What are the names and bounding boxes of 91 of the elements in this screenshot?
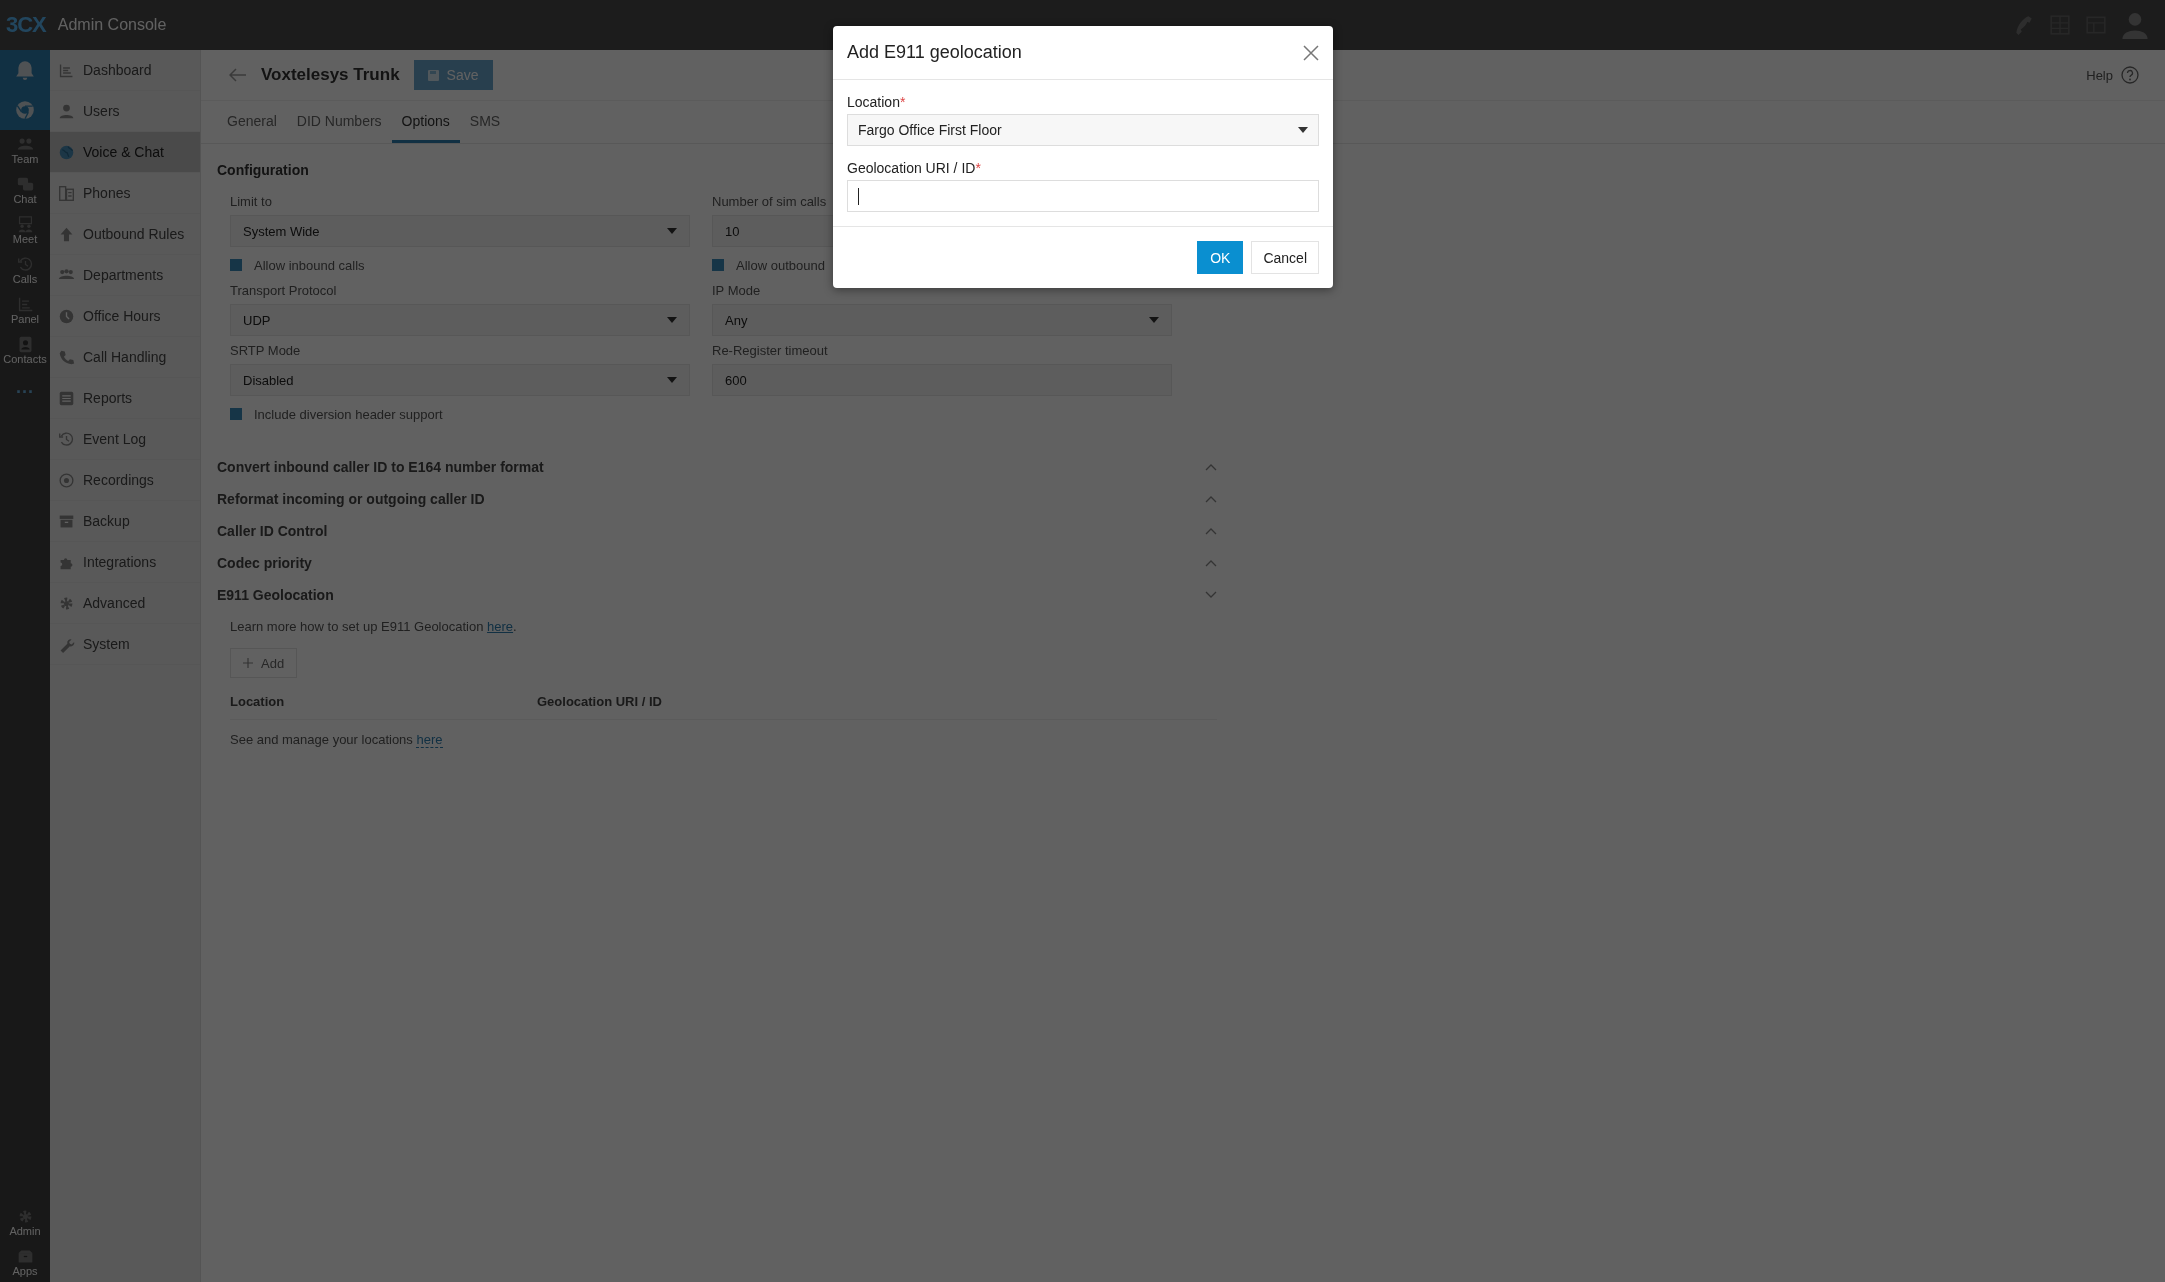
- footer-text: See and manage your locations here: [230, 732, 444, 747]
- browser-icon: [14, 99, 36, 121]
- sidebar-item[interactable]: Integrations: [50, 542, 200, 583]
- rail-item[interactable]: [0, 90, 50, 130]
- field-label: Location*: [847, 94, 907, 110]
- back-arrow-icon[interactable]: [229, 68, 247, 82]
- tab[interactable]: SMS: [459, 101, 511, 143]
- dropdown-caret-icon: [667, 228, 677, 234]
- sidebar-item[interactable]: Call Handling: [50, 337, 200, 378]
- plus-icon: [243, 658, 253, 668]
- sidebar-item[interactable]: Outbound Rules: [50, 214, 200, 255]
- bell-icon: [14, 59, 36, 81]
- accordion-header[interactable]: Caller ID Control: [217, 515, 1217, 547]
- phone-icon: [58, 348, 75, 366]
- phones-icon: [58, 184, 75, 202]
- locations-link[interactable]: here: [416, 732, 443, 748]
- help-link[interactable]: here: [487, 619, 514, 634]
- rail-item[interactable]: Meet: [0, 210, 50, 250]
- help-icon[interactable]: [2121, 66, 2139, 84]
- rail-item[interactable]: [0, 50, 50, 90]
- sidebar-item[interactable]: Recordings: [50, 460, 200, 501]
- user-avatar-icon[interactable]: [2121, 11, 2149, 39]
- field-label: SRTP Mode: [230, 343, 302, 358]
- checkbox[interactable]: [230, 408, 242, 420]
- list-icon: [58, 389, 75, 407]
- rail-item[interactable]: Panel: [0, 290, 50, 330]
- rail-item[interactable]: Contacts: [0, 330, 50, 370]
- select-field[interactable]: UDP: [230, 304, 690, 336]
- tab[interactable]: General: [217, 101, 287, 143]
- arrow-up-icon: [58, 225, 75, 243]
- accordion-header[interactable]: Reformat incoming or outgoing caller ID: [217, 483, 1217, 515]
- sidebar-item[interactable]: Departments: [50, 255, 200, 296]
- sidebar-item[interactable]: Event Log: [50, 419, 200, 460]
- input-field[interactable]: [847, 180, 1319, 212]
- field-label: Re-Register timeout: [712, 343, 829, 358]
- rail-item[interactable]: Team: [0, 130, 50, 170]
- checkbox[interactable]: [712, 259, 724, 271]
- rail-item[interactable]: Apps: [0, 1242, 50, 1282]
- user-icon: [58, 102, 75, 120]
- history-icon: [58, 430, 75, 448]
- tab[interactable]: Options: [391, 101, 460, 143]
- help-link[interactable]: Help: [2086, 67, 2113, 83]
- more-button[interactable]: ···: [16, 382, 34, 403]
- dropdown-caret-icon: [667, 317, 677, 323]
- field-label: Geolocation URI / ID*: [847, 160, 982, 176]
- sidebar-item[interactable]: Office Hours: [50, 296, 200, 337]
- sidebar-item[interactable]: Reports: [50, 378, 200, 419]
- info-text: Learn more how to set up E911 Geolocation here.: [230, 619, 518, 634]
- accordion-header[interactable]: Convert inbound caller ID to E164 number format: [217, 451, 1217, 483]
- dropdown-caret-icon: [1298, 127, 1308, 133]
- dropdown-caret-icon: [1149, 317, 1159, 323]
- sidebar-item[interactable]: Voice & Chat: [50, 132, 200, 173]
- select-field[interactable]: Any: [712, 304, 1172, 336]
- sidebar-item[interactable]: Dashboard: [50, 50, 200, 91]
- page-title: Voxtelesys Trunk: [261, 65, 400, 85]
- location-select[interactable]: Fargo Office First Floor: [847, 114, 1319, 146]
- column-header: Geolocation URI / ID: [537, 694, 662, 709]
- field-label: Number of sim calls: [712, 194, 828, 209]
- rail-item[interactable]: Chat: [0, 170, 50, 210]
- rail-item[interactable]: Admin: [0, 1202, 50, 1242]
- sidebar-item[interactable]: Phones: [50, 173, 200, 214]
- select-field[interactable]: System Wide: [230, 215, 690, 247]
- globe-icon: [58, 143, 75, 161]
- sidebar-item[interactable]: System: [50, 624, 200, 665]
- record-icon: [58, 471, 75, 489]
- logo: 3CX: [6, 12, 46, 38]
- ok-button[interactable]: OK: [1197, 241, 1244, 274]
- accordion-header[interactable]: E911 Geolocation: [217, 579, 1217, 611]
- field-label: IP Mode: [712, 283, 762, 298]
- app-title: Admin Console: [57, 16, 167, 34]
- add-button[interactable]: Add: [230, 648, 298, 678]
- checkbox[interactable]: [230, 259, 242, 271]
- dialog-title: Add E911 geolocation: [847, 42, 1022, 63]
- accordion-header[interactable]: Codec priority: [217, 547, 1217, 579]
- dropdown-caret-icon: [667, 377, 677, 383]
- rail-item[interactable]: Calls: [0, 250, 50, 290]
- close-icon[interactable]: [1303, 44, 1319, 61]
- sidebar-item[interactable]: Advanced: [50, 583, 200, 624]
- checkbox-label: Include diversion header support: [254, 406, 443, 422]
- clock-icon: [58, 307, 75, 325]
- checkbox-label: Allow outbound: [736, 257, 825, 273]
- tab[interactable]: DID Numbers: [286, 101, 392, 143]
- sidebar-item[interactable]: Backup: [50, 501, 200, 542]
- section-heading: Configuration: [217, 162, 309, 178]
- checkbox-label: Allow inbound calls: [254, 257, 365, 273]
- field-label: Limit to: [230, 194, 273, 209]
- field-label: Transport Protocol: [230, 283, 338, 298]
- column-header: Location: [230, 694, 286, 709]
- input-field[interactable]: 600: [712, 364, 1172, 396]
- cancel-button[interactable]: Cancel: [1251, 241, 1319, 274]
- select-field[interactable]: Disabled: [230, 364, 690, 396]
